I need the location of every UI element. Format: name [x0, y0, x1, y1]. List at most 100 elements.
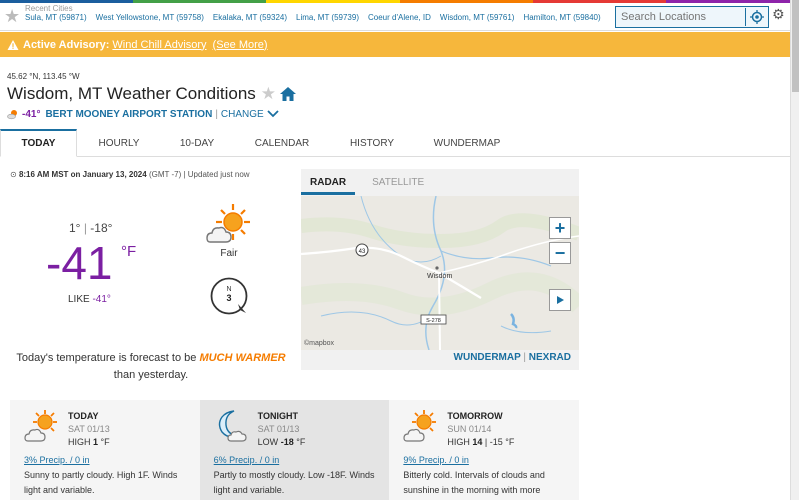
temperature-unit[interactable]: °F — [121, 243, 136, 260]
forecast-hl-unit: °F — [100, 437, 110, 447]
tab-calendar[interactable]: CALENDAR — [233, 129, 331, 157]
zoom-in-button[interactable]: + — [549, 217, 571, 239]
forecast-prefix: Today's temperature is forecast to be — [16, 352, 197, 364]
recent-cities-label: Recent Cities — [25, 4, 73, 13]
route-label: 43 — [359, 249, 366, 255]
radar-tabs: RADAR SATELLITE — [301, 169, 579, 195]
tab-satellite[interactable]: SATELLITE — [363, 169, 433, 195]
tab-history[interactable]: HISTORY — [331, 129, 413, 157]
recent-city-link[interactable]: Coeur d'Alene, ID — [368, 13, 431, 22]
tab-today[interactable]: TODAY — [0, 129, 77, 157]
nexrad-link[interactable]: NEXRAD — [529, 352, 571, 363]
recent-city-link[interactable]: Sula, MT (59871) — [25, 13, 87, 22]
feels-like-label: LIKE — [68, 294, 90, 305]
map-terrain: 43 Wisdom S-278 ©mapbox — [301, 196, 579, 350]
tab-radar[interactable]: RADAR — [301, 169, 356, 195]
forecast-meta: TODAY SAT 01/13 HIGH 1 °F — [68, 410, 110, 449]
forecast-high-low: HIGH 14 | -15 °F — [447, 436, 514, 449]
station-temp: -41° — [22, 108, 41, 120]
high-low-separator: | — [83, 221, 87, 235]
recent-cities-list: Sula, MT (59871) West Yellowstone, MT (5… — [25, 13, 610, 22]
sun-cloud-icon — [403, 410, 437, 442]
high-low: 1° | -18° — [69, 221, 112, 235]
advisory-banner: Active Advisory: Wind Chill Advisory (Se… — [0, 32, 790, 57]
wind-direction: N — [226, 286, 231, 293]
high-temp: 1° — [69, 221, 81, 235]
forecast-hl-label: LOW — [257, 437, 279, 447]
station-row: -41° BERT MOONEY AIRPORT STATION | CHANG… — [7, 108, 279, 120]
locate-icon[interactable] — [745, 8, 767, 26]
scrollbar-thumb[interactable] — [792, 0, 799, 92]
route-label: S-278 — [426, 318, 441, 324]
advisory-link[interactable]: Wind Chill Advisory — [112, 39, 206, 51]
forecast-high-low: HIGH 1 °F — [68, 436, 110, 449]
play-icon — [557, 296, 564, 304]
radar-map[interactable]: 43 Wisdom S-278 ©mapbox + − — [301, 196, 579, 350]
forecast-description: Bitterly cold. Intervals of clouds and s… — [403, 470, 545, 495]
tab-wundermap[interactable]: WUNDERMAP — [413, 129, 521, 157]
forecast-high-low: LOW -18 °F — [258, 436, 306, 449]
observation-datetime: 8:16 AM MST on January 13, 2024 — [18, 170, 147, 179]
tab-10-day[interactable]: 10-DAY — [161, 129, 233, 157]
forecast-hl-value: 1 — [93, 437, 99, 447]
recent-cities-bar: ★ Recent Cities Sula, MT (59871) West Ye… — [0, 3, 790, 31]
wundermap-link[interactable]: WUNDERMAP — [454, 352, 521, 363]
zoom-out-button[interactable]: − — [549, 242, 571, 264]
wind-compass-icon: N 3 — [210, 277, 248, 315]
wind-speed: 3 — [226, 293, 231, 303]
forecast-precip-link[interactable]: 3% Precip. / 0 in — [24, 455, 90, 465]
forecast-hl-unit: °F — [296, 437, 306, 447]
station-name[interactable]: BERT MOONEY AIRPORT STATION — [45, 109, 212, 120]
forecast-period: TOMORROW — [447, 411, 503, 421]
forecast-card-tonight[interactable]: TONIGHT SAT 01/13 LOW -18 °F 6% Precip. … — [199, 400, 390, 500]
gear-icon[interactable]: ⚙ — [772, 6, 785, 23]
moon-cloud-icon — [218, 410, 247, 442]
page-scrollbar[interactable] — [790, 0, 799, 500]
radar-link-separator: | — [523, 352, 526, 363]
warning-icon — [7, 39, 19, 50]
favorite-star-icon[interactable]: ★ — [4, 6, 20, 26]
chevron-down-icon[interactable] — [267, 110, 279, 118]
forecast-hl-value: 14 — [472, 437, 483, 447]
forecast-date: SAT 01/13 — [68, 424, 110, 434]
station-separator: | — [215, 108, 218, 120]
coordinates: 45.62 °N, 113.45 °W — [7, 72, 80, 81]
forecast-suffix: than yesterday. — [113, 369, 189, 381]
recent-city-link[interactable]: Lima, MT (59739) — [296, 13, 359, 22]
search-box — [615, 6, 769, 28]
mapbox-attribution: ©mapbox — [304, 339, 335, 347]
recent-city-link[interactable]: Wisdom, MT (59761) — [440, 13, 515, 22]
updated-status: | Updated just now — [183, 170, 250, 179]
radar-panel: RADAR SATELLITE 43 Wisdom S-278 ©mapbox … — [301, 169, 579, 370]
feels-like-value: -41° — [92, 294, 111, 305]
forecast-period: TONIGHT — [257, 411, 299, 421]
recent-city-link[interactable]: Ekalaka, MT (59324) — [213, 13, 287, 22]
forecast-precip-link[interactable]: 9% Precip. / 0 in — [403, 455, 469, 465]
forecast-card-tomorrow[interactable]: TOMORROW SUN 01/14 HIGH 14 | -15 °F 9% P… — [389, 400, 579, 500]
advisory-see-more-link[interactable]: (See More) — [213, 39, 268, 51]
recent-city-link[interactable]: West Yellowstone, MT (59758) — [96, 13, 204, 22]
forecast-hl-value: -18 — [280, 437, 294, 447]
forecast-date: SUN 01/14 — [447, 424, 492, 434]
sun-cloud-icon — [24, 410, 57, 442]
change-station-link[interactable]: CHANGE — [221, 109, 264, 120]
forecast-meta: TONIGHT SAT 01/13 LOW -18 °F — [258, 410, 306, 449]
search-input[interactable] — [616, 7, 742, 27]
radar-links: WUNDERMAP | NEXRAD — [301, 352, 571, 363]
forecast-hl-label: HIGH — [68, 437, 91, 447]
favorite-star-icon[interactable]: ★ — [261, 84, 276, 104]
home-icon[interactable] — [280, 87, 297, 101]
low-temp: -18° — [90, 221, 113, 235]
current-temperature: -41 — [46, 237, 113, 289]
gmt-offset: (GMT -7) — [148, 170, 182, 179]
forecast-cards: TODAY SAT 01/13 HIGH 1 °F 3% Precip. / 0… — [10, 400, 579, 500]
recent-city-link[interactable]: Hamilton, MT (59840) — [523, 13, 600, 22]
tab-hourly[interactable]: HOURLY — [77, 129, 161, 157]
condition-label: Fair — [220, 248, 238, 259]
advisory-label: Active Advisory: — [23, 38, 110, 51]
forecast-precip-link[interactable]: 6% Precip. / 0 in — [214, 455, 280, 465]
forecast-tabs: TODAY HOURLY 10-DAY CALENDAR HISTORY WUN… — [0, 129, 790, 157]
title-row: Wisdom, MT Weather Conditions ★ — [7, 84, 297, 104]
play-button[interactable] — [549, 289, 571, 311]
forecast-card-today[interactable]: TODAY SAT 01/13 HIGH 1 °F 3% Precip. / 0… — [10, 400, 200, 500]
